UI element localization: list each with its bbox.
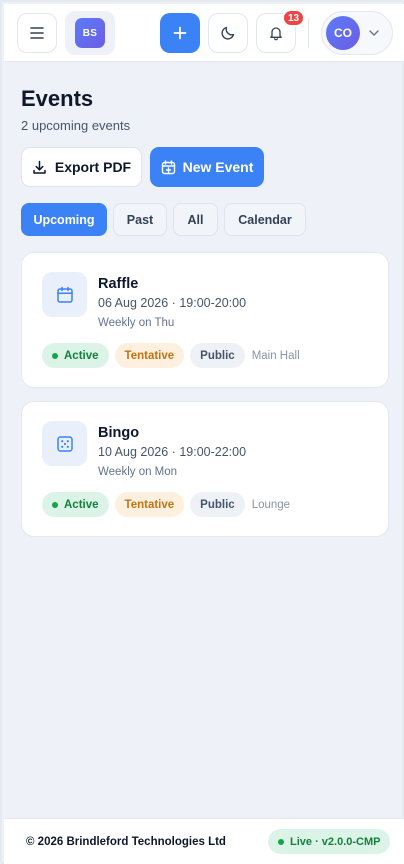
theme-toggle-button[interactable] bbox=[208, 13, 248, 53]
plus-icon bbox=[173, 26, 187, 40]
status-dot bbox=[52, 501, 58, 508]
status-badge: Active bbox=[42, 492, 109, 517]
event-title: Raffle bbox=[98, 276, 139, 292]
tab-upcoming[interactable]: Upcoming bbox=[21, 203, 107, 236]
page-title: Events bbox=[21, 86, 94, 111]
header-divider bbox=[308, 18, 309, 48]
tab-all[interactable]: All bbox=[173, 203, 218, 236]
status-badge-label: Active bbox=[64, 349, 99, 362]
event-card[interactable]: Bingo 10 Aug 2026 · 19:00-22:00 Weekly o… bbox=[21, 401, 389, 537]
footer: © 2026 Brindleford Technologies Ltd Live… bbox=[4, 818, 404, 864]
copyright-text: © 2026 Brindleford Technologies Ltd bbox=[26, 836, 226, 848]
page-subtitle: 2 upcoming events bbox=[21, 118, 131, 133]
confirmation-badge: Tentative bbox=[114, 492, 185, 517]
menu-icon bbox=[29, 26, 45, 40]
export-pdf-button[interactable]: Export PDF bbox=[21, 147, 142, 187]
status-badge-label: Active bbox=[64, 498, 99, 511]
system-status-label: Live · v2.0.0-CMP bbox=[290, 835, 381, 848]
tab-calendar[interactable]: Calendar bbox=[224, 203, 306, 236]
brand-logo[interactable]: BS bbox=[65, 11, 115, 55]
export-pdf-label: Export PDF bbox=[54, 159, 132, 175]
event-location: Main Hall bbox=[251, 349, 300, 362]
calendar-icon bbox=[42, 272, 87, 317]
visibility-badge: Public bbox=[190, 492, 245, 517]
dice-icon bbox=[42, 421, 87, 466]
event-location: Lounge bbox=[251, 498, 291, 511]
event-tags: Active Tentative Public Main Hall bbox=[42, 343, 300, 368]
new-event-label: New Event bbox=[182, 159, 254, 175]
user-menu-button[interactable]: CO bbox=[321, 11, 393, 55]
status-badge: Active bbox=[42, 343, 109, 368]
add-button[interactable] bbox=[160, 13, 200, 53]
notification-count-badge: 13 bbox=[282, 9, 306, 27]
moon-icon bbox=[220, 25, 236, 41]
new-event-button[interactable]: New Event bbox=[150, 147, 264, 187]
system-status-badge: Live · v2.0.0-CMP bbox=[268, 829, 391, 854]
tab-past[interactable]: Past bbox=[113, 203, 167, 236]
chevron-down-icon bbox=[369, 30, 379, 36]
status-dot bbox=[52, 352, 58, 359]
event-datetime: 10 Aug 2026 · 19:00-22:00 bbox=[98, 445, 247, 459]
download-icon bbox=[32, 160, 47, 175]
event-tags: Active Tentative Public Lounge bbox=[42, 492, 290, 517]
brand-initials: BS bbox=[75, 18, 105, 48]
calendar-plus-icon bbox=[161, 159, 176, 175]
app-frame: BS 13 CO Events 2 upcoming events Export… bbox=[0, 0, 404, 864]
event-recurrence: Weekly on Mon bbox=[98, 466, 178, 478]
event-card[interactable]: Raffle 06 Aug 2026 · 19:00-20:00 Weekly … bbox=[21, 252, 389, 388]
event-datetime: 06 Aug 2026 · 19:00-20:00 bbox=[98, 296, 247, 310]
status-dot bbox=[278, 838, 284, 845]
avatar: CO bbox=[326, 16, 360, 50]
top-bar: BS 13 CO bbox=[4, 4, 404, 62]
confirmation-badge: Tentative bbox=[114, 343, 185, 368]
event-title: Bingo bbox=[98, 425, 140, 441]
menu-button[interactable] bbox=[17, 13, 57, 53]
bell-icon bbox=[268, 25, 284, 41]
visibility-badge: Public bbox=[190, 343, 245, 368]
event-recurrence: Weekly on Thu bbox=[98, 317, 175, 329]
